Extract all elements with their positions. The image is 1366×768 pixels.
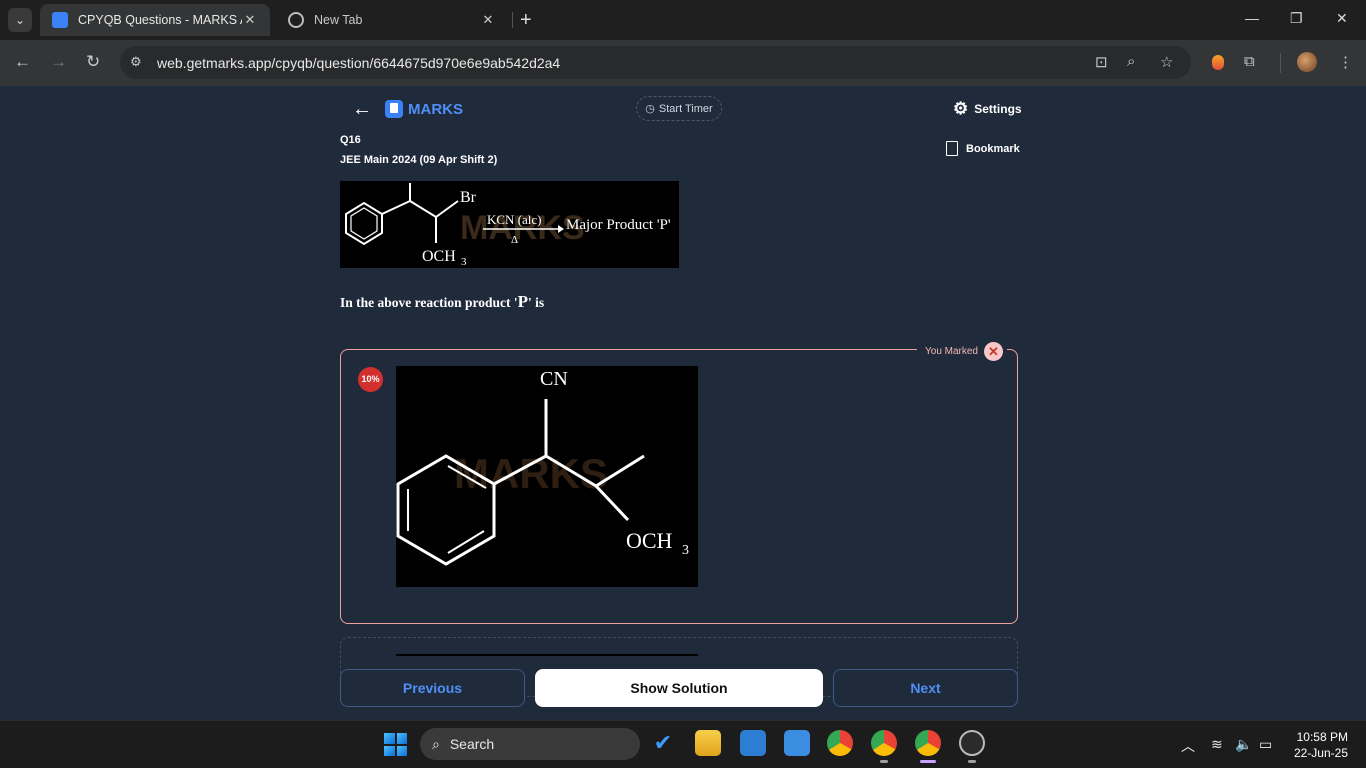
och3-label: OCH <box>626 528 673 553</box>
br-label: Br <box>460 189 477 206</box>
chrome-active-icon[interactable] <box>915 730 941 756</box>
profile-avatar[interactable] <box>1297 52 1317 72</box>
cn-label: CN <box>540 368 568 390</box>
tab-close-icon[interactable]: ✕ <box>480 12 496 28</box>
bookmark-button[interactable]: Bookmark <box>946 141 1020 156</box>
reload-icon[interactable]: ↻ <box>86 52 100 72</box>
tab-divider <box>512 12 513 28</box>
question-source: JEE Main 2024 (09 Apr Shift 2) <box>340 154 498 166</box>
tab-close-icon[interactable]: ✕ <box>242 12 258 28</box>
toolbar-divider <box>1280 53 1281 73</box>
calculator-icon[interactable] <box>740 730 766 756</box>
wrong-x-icon: ✕ <box>984 341 1003 361</box>
site-info-icon[interactable]: ⚙ <box>130 54 142 70</box>
app-indicator <box>880 760 888 763</box>
tab-marks[interactable]: CPYQB Questions - MARKS App ✕ <box>40 4 270 36</box>
reagent-label: KCN (alc) <box>487 212 542 227</box>
tab-title: New Tab <box>314 13 363 27</box>
settings-label: Settings <box>974 101 1022 116</box>
back-arrow-icon[interactable]: ← <box>352 98 372 121</box>
gear-icon: ⚙ <box>953 99 969 118</box>
question-text: In the above reaction product 'P' is <box>340 292 544 312</box>
question-page: ← MARKS ◷ Start Timer ⚙ Settings Q16 JEE… <box>0 86 1366 720</box>
browser-toolbar: ← → ↻ ⚙ web.getmarks.app/cpyqb/question/… <box>0 40 1366 86</box>
extensions-icon[interactable]: ⧉ <box>1244 53 1255 70</box>
clock-date: 22-Jun-25 <box>1293 746 1348 760</box>
media-player-icon[interactable] <box>959 730 985 756</box>
taskbar <box>0 720 1366 768</box>
app-indicator <box>968 760 976 763</box>
option-percent-badge: 10% <box>358 367 383 392</box>
menu-icon[interactable]: ⋮ <box>1338 53 1353 71</box>
active-app-indicator <box>920 760 936 763</box>
bookmark-label: Bookmark <box>966 142 1020 155</box>
zoom-icon[interactable]: ⌕ <box>1127 53 1135 70</box>
option-image-peek <box>396 654 698 656</box>
you-marked-label: You Marked <box>925 345 978 357</box>
next-button[interactable]: Next <box>833 669 1018 707</box>
show-solution-button[interactable]: Show Solution <box>535 669 823 707</box>
windows-start-icon[interactable] <box>384 733 407 756</box>
tab-new-tab[interactable]: New Tab ✕ <box>276 4 508 36</box>
chrome-icon[interactable] <box>827 730 853 756</box>
start-timer-button[interactable]: ◷ Start Timer <box>636 96 722 121</box>
url-text[interactable]: web.getmarks.app/cpyqb/question/6644675d… <box>157 55 560 71</box>
extension-icon[interactable] <box>1212 55 1224 70</box>
browser-tab-strip: ⌄ CPYQB Questions - MARKS App ✕ New Tab … <box>0 0 1366 40</box>
product-label: Major Product 'P' <box>566 217 671 233</box>
settings-button[interactable]: ⚙ Settings <box>953 100 1022 117</box>
marks-logo-icon <box>385 100 403 118</box>
taskbar-search[interactable]: ⌕ Search <box>420 728 640 760</box>
volume-icon[interactable]: 🔈 <box>1235 736 1252 753</box>
battery-icon[interactable]: ▭ <box>1259 736 1272 753</box>
tab-title: CPYQB Questions - MARKS App <box>78 13 242 27</box>
chrome-favicon-icon <box>288 12 304 28</box>
clock-time: 10:58 PM <box>1296 730 1348 744</box>
question-reaction-image: MARKS Br OCH 3 KCN (alc) Δ Major Product… <box>340 181 679 268</box>
search-icon: ⌕ <box>432 735 440 752</box>
bookmark-icon <box>946 141 958 156</box>
option-structure-image: MARKS CN OCH 3 <box>396 366 698 587</box>
question-text-suffix: ' is <box>528 295 545 310</box>
och3-label: OCH <box>422 248 456 265</box>
tray-chevron-icon[interactable]: ︿ <box>1181 736 1195 756</box>
question-text-prefix: In the above reaction product ' <box>340 295 518 310</box>
todo-app-icon[interactable]: ✔ <box>650 730 676 756</box>
chrome-profile-icon[interactable] <box>871 730 897 756</box>
previous-button[interactable]: Previous <box>340 669 525 707</box>
minimize-icon[interactable]: — <box>1245 10 1259 26</box>
question-number: Q16 <box>340 134 361 146</box>
back-icon[interactable]: ← <box>14 52 31 72</box>
start-timer-label: Start Timer <box>658 102 713 115</box>
och3-subscript: 3 <box>461 256 467 268</box>
address-bar[interactable]: ⚙ web.getmarks.app/cpyqb/question/664467… <box>120 46 1191 79</box>
bookmark-star-icon[interactable]: ☆ <box>1160 53 1173 71</box>
new-tab-button[interactable]: + <box>520 9 532 31</box>
forward-icon[interactable]: → <box>50 52 67 72</box>
taskbar-clock[interactable]: 10:58 PM 22-Jun-25 <box>1288 729 1348 761</box>
och3-subscript: 3 <box>682 543 689 558</box>
install-app-icon[interactable]: ⊡ <box>1095 53 1108 71</box>
question-text-variable: P <box>517 292 529 311</box>
wifi-icon[interactable]: ≋ <box>1211 736 1223 753</box>
close-window-icon[interactable]: ✕ <box>1336 10 1348 27</box>
marks-favicon-icon <box>52 12 68 28</box>
tab-search-button[interactable]: ⌄ <box>8 8 32 32</box>
heat-label: Δ <box>511 234 518 246</box>
restore-icon[interactable]: ❐ <box>1290 10 1303 27</box>
you-marked-badge: You Marked ✕ <box>917 339 1007 363</box>
clock-icon: ◷ <box>645 103 655 115</box>
search-label: Search <box>449 736 495 752</box>
notepad-icon[interactable] <box>784 730 810 756</box>
file-explorer-icon[interactable] <box>695 730 721 756</box>
marks-logo-text: MARKS <box>408 101 463 118</box>
